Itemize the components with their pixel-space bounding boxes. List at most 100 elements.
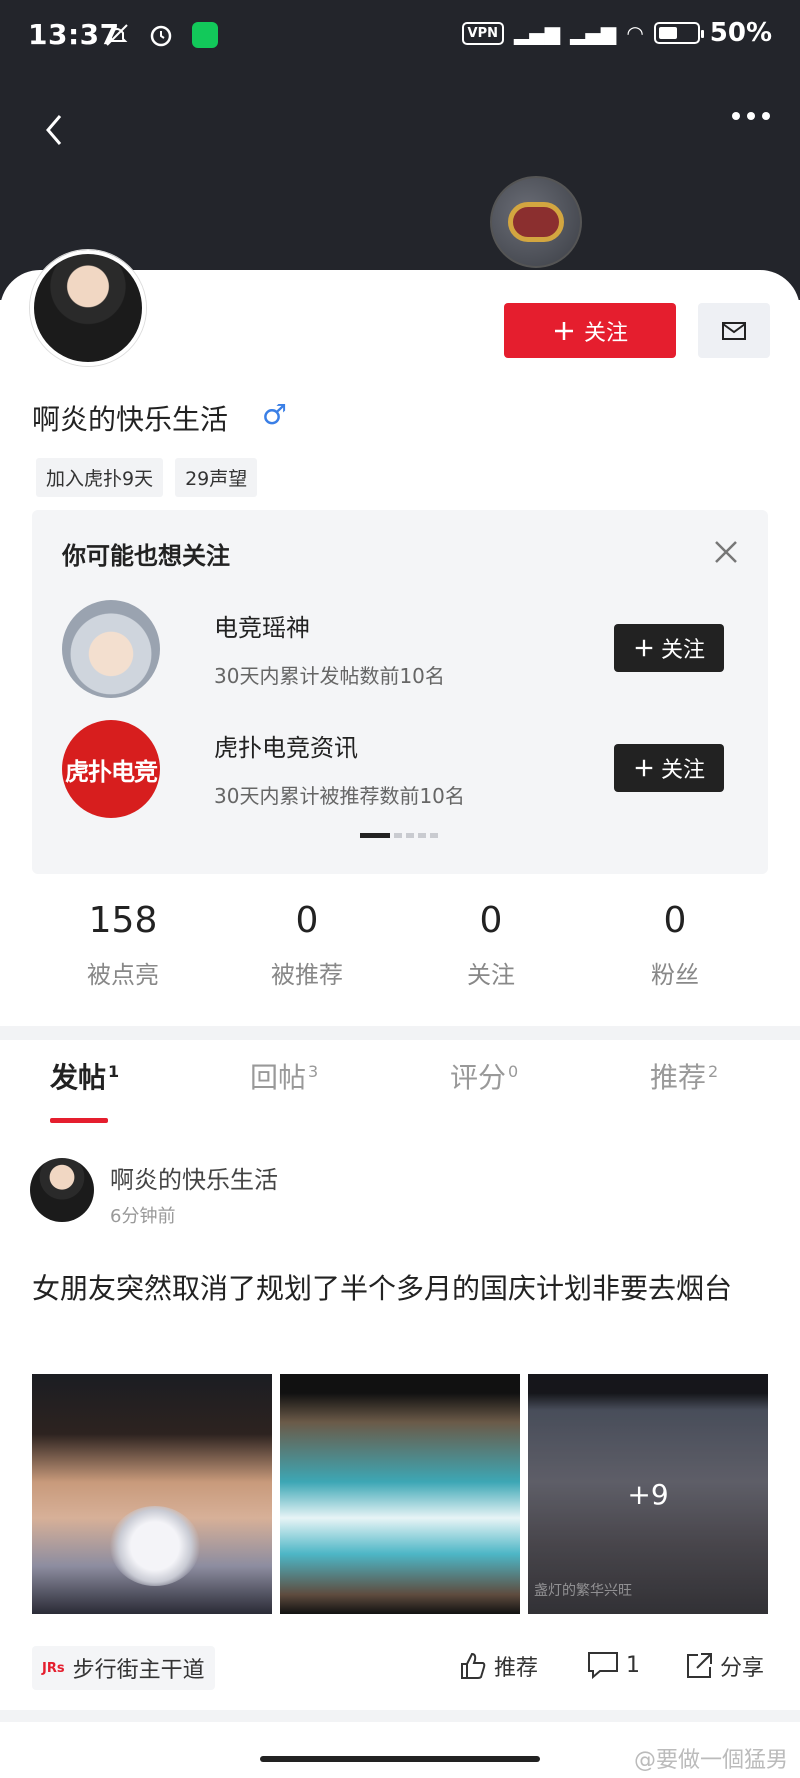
- section-divider: [0, 1026, 800, 1040]
- tab-replies[interactable]: 回帖 3: [250, 1056, 318, 1096]
- suggest-desc: 30天内累计发帖数前10名: [214, 664, 445, 688]
- vpn-badge: VPN: [461, 21, 504, 45]
- suggest-item[interactable]: 电竞瑶神 30天内累计发帖数前10名 关注: [62, 600, 742, 700]
- battery-percent: 50%: [709, 18, 772, 48]
- tab-count: 0: [508, 1061, 519, 1081]
- join-days-tag: 加入虎扑9天: [36, 458, 164, 497]
- stat-value: 0: [295, 900, 319, 941]
- close-icon: [715, 541, 737, 563]
- pager-dot-active: [360, 833, 390, 838]
- follow-button[interactable]: 关注: [504, 303, 676, 358]
- share-button[interactable]: 分享: [684, 1650, 764, 1682]
- wechat-icon: [190, 20, 220, 50]
- recommend-button[interactable]: 推荐: [458, 1650, 538, 1682]
- plus-icon: [635, 759, 653, 777]
- suggest-name[interactable]: 电竞瑶神: [214, 608, 310, 643]
- goggles-icon: [508, 202, 564, 242]
- more-dot-icon: [747, 112, 755, 120]
- status-system-icons: VPN ▂▄▆ ▂▄▆ ◠ 50%: [461, 18, 772, 48]
- pager-dot: [394, 833, 402, 838]
- tab-count: 1: [108, 1061, 120, 1081]
- stat-lit[interactable]: 158 被点亮: [31, 900, 215, 1010]
- suggest-follow-button[interactable]: 关注: [614, 744, 724, 792]
- tab-active-indicator: [50, 1118, 108, 1123]
- share-label: 分享: [720, 1656, 765, 1681]
- profile-tags: 加入虎扑9天 29声望: [36, 458, 258, 497]
- stat-value: 158: [88, 900, 158, 941]
- page-title: 啊炎的快乐生活: [32, 403, 229, 436]
- home-indicator[interactable]: [260, 1756, 540, 1762]
- post-author-name[interactable]: 啊炎的快乐生活: [110, 1160, 278, 1195]
- content-tabs: 发帖 1 回帖 3 评分 0 推荐 2: [0, 1056, 800, 1126]
- plus-icon: [554, 321, 573, 340]
- recommend-label: 推荐: [494, 1656, 539, 1681]
- more-dot-icon: [732, 112, 740, 120]
- suggest-avatar-logo[interactable]: 虎扑电竞: [62, 720, 160, 818]
- back-button[interactable]: [36, 110, 76, 150]
- comment-icon: [588, 1652, 618, 1680]
- stat-recommended[interactable]: 0 被推荐: [215, 900, 399, 1010]
- chevron-left-icon: [46, 115, 62, 145]
- reputation-tag: 29声望: [175, 458, 258, 497]
- post-timestamp: 6分钟前: [110, 1206, 176, 1227]
- medal-badge[interactable]: [490, 176, 582, 268]
- battery-icon: [653, 22, 704, 44]
- share-icon: [687, 1653, 712, 1678]
- tab-label: 推荐: [650, 1061, 707, 1094]
- suggest-desc: 30天内累计被推荐数前10名: [214, 784, 465, 808]
- alarm-icon: [146, 20, 176, 50]
- post-image[interactable]: [280, 1374, 520, 1614]
- suggest-follow-label: 关注: [660, 758, 705, 783]
- stat-following[interactable]: 0 关注: [399, 900, 583, 1010]
- image-detail: [110, 1506, 200, 1586]
- post-title[interactable]: 女朋友突然取消了规划了半个多月的国庆计划非要去烟台: [32, 1266, 772, 1312]
- post-source-forum[interactable]: JRs 步行街主干道: [32, 1646, 215, 1690]
- more-button[interactable]: [732, 112, 770, 120]
- post-author-avatar[interactable]: [30, 1158, 94, 1222]
- tab-recommends[interactable]: 推荐 2: [650, 1056, 718, 1096]
- pager-dot: [406, 833, 414, 838]
- tab-posts[interactable]: 发帖 1: [50, 1056, 119, 1096]
- carousel-pager: [360, 833, 438, 838]
- tab-ratings[interactable]: 评分 0: [450, 1056, 518, 1096]
- thumbs-up-icon: [461, 1652, 486, 1679]
- suggest-title: 你可能也想关注: [62, 542, 230, 570]
- pager-dot: [430, 833, 438, 838]
- suggested-follows: 你可能也想关注 电竞瑶神 30天内累计发帖数前10名 关注 虎扑电竞 虎扑电竞资…: [32, 510, 768, 874]
- comment-button[interactable]: 1: [586, 1650, 640, 1680]
- more-images-count: +9: [528, 1374, 768, 1614]
- stat-label: 被点亮: [87, 961, 159, 989]
- section-divider: [0, 1710, 800, 1722]
- tab-label: 回帖: [250, 1061, 307, 1094]
- wifi-icon: ◠: [626, 21, 644, 45]
- stat-fans[interactable]: 0 粉丝: [583, 900, 767, 1010]
- mute-icon: [102, 20, 132, 50]
- post-image[interactable]: 盏灯的繁华兴旺 +9: [528, 1374, 768, 1614]
- signal-icon: ▂▄▆: [514, 21, 561, 45]
- tab-count: 2: [708, 1061, 719, 1081]
- tab-label: 评分: [450, 1061, 507, 1094]
- stat-value: 0: [479, 900, 503, 941]
- suggest-name[interactable]: 虎扑电竞资讯: [214, 728, 358, 763]
- close-button[interactable]: [712, 538, 740, 566]
- follow-label: 关注: [583, 320, 628, 346]
- plus-icon: [635, 639, 653, 657]
- status-bar: 13:37 VPN ▂▄▆ ▂▄▆ ◠ 50%: [0, 0, 800, 72]
- stat-value: 0: [663, 900, 687, 941]
- suggest-follow-button[interactable]: 关注: [614, 624, 724, 672]
- post-images: 盏灯的繁华兴旺 +9: [32, 1374, 768, 1614]
- status-notification-icons: [102, 20, 220, 50]
- more-dot-icon: [762, 112, 770, 120]
- gender-male-icon: ♂: [262, 398, 288, 431]
- stat-label: 关注: [467, 961, 515, 989]
- avatar[interactable]: [30, 250, 146, 366]
- jrs-logo-icon: JRs: [42, 1660, 65, 1676]
- suggest-item[interactable]: 虎扑电竞 虎扑电竞资讯 30天内累计被推荐数前10名 关注: [62, 720, 742, 820]
- suggest-avatar[interactable]: [62, 600, 160, 698]
- post-image[interactable]: [32, 1374, 272, 1614]
- signal-icon-2: ▂▄▆: [570, 21, 617, 45]
- tab-count: 3: [308, 1061, 319, 1081]
- message-button[interactable]: [698, 303, 770, 358]
- pager-dot: [418, 833, 426, 838]
- tab-label: 发帖: [50, 1061, 107, 1094]
